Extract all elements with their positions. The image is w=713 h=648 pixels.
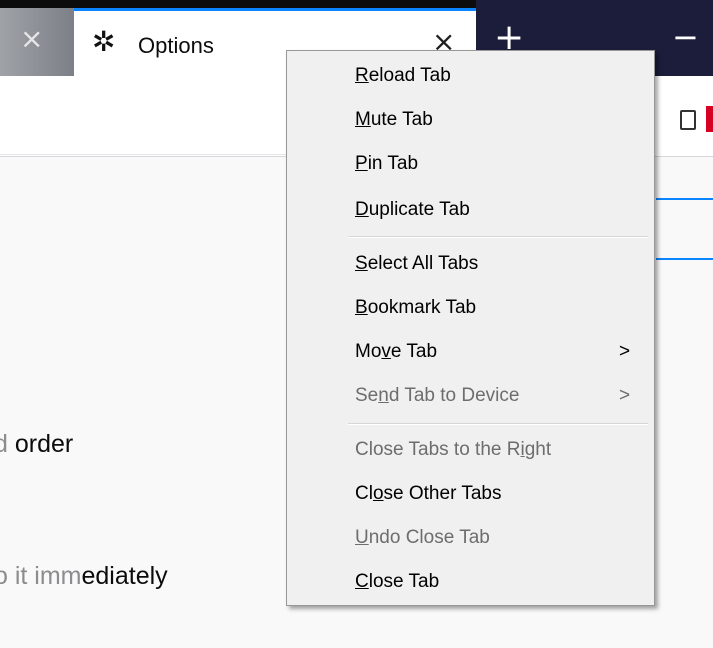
menu-item-label: Reload Tab — [355, 65, 451, 86]
menu-item-duplicate-tab[interactable]: Duplicate Tab — [287, 189, 654, 233]
menu-item-label: Undo Close Tab — [355, 527, 490, 548]
settings-text-main: ediately — [81, 562, 168, 590]
menu-item-pin-tab[interactable]: Pin Tab — [287, 143, 654, 187]
input-underline — [656, 258, 713, 260]
menu-item-close-tabs-to-right[interactable]: Close Tabs to the Right — [287, 429, 654, 473]
menu-item-undo-close-tab[interactable]: Undo Close Tab — [287, 517, 654, 561]
chevron-right-icon: > — [619, 385, 631, 406]
settings-text-faded: d — [0, 430, 8, 458]
menu-item-reload-tab[interactable]: Reload Tab — [287, 55, 654, 99]
settings-text: d order — [0, 430, 73, 459]
settings-text-main: order — [14, 430, 74, 458]
menu-item-mute-tab[interactable]: Mute Tab — [287, 99, 654, 143]
tab-title: Options — [138, 33, 214, 58]
tab-context-menu: Reload Tab Mute Tab Pin Tab Duplicate Ta… — [286, 50, 655, 606]
library-icon[interactable] — [680, 110, 696, 130]
menu-item-label: Close Tab — [355, 571, 440, 592]
divider — [0, 154, 290, 155]
menu-item-label: Bookmark Tab — [355, 297, 477, 318]
menu-item-send-tab-to-device[interactable]: Send Tab to Device > — [287, 375, 654, 419]
menu-item-close-tab[interactable]: Close Tab — [287, 561, 654, 605]
settings-text: o it immediately — [0, 562, 168, 591]
chevron-right-icon: > — [619, 341, 631, 362]
menu-separator — [348, 423, 648, 425]
menu-item-select-all-tabs[interactable]: Select All Tabs — [287, 243, 654, 287]
menu-item-label: Pin Tab — [355, 153, 419, 174]
menu-separator — [348, 236, 648, 238]
input-underline — [656, 198, 713, 200]
menu-item-label: Close Other Tabs — [355, 483, 502, 504]
menu-item-bookmark-tab[interactable]: Bookmark Tab — [287, 287, 654, 331]
extension-icon[interactable] — [706, 106, 713, 132]
menu-item-close-other-tabs[interactable]: Close Other Tabs — [287, 473, 654, 517]
minimize-button[interactable]: − — [672, 12, 699, 62]
menu-item-label: Duplicate Tab — [355, 199, 470, 220]
menu-item-label: Mute Tab — [355, 109, 433, 130]
menu-item-label: Move Tab — [355, 341, 438, 362]
menu-item-move-tab[interactable]: Move Tab > — [287, 331, 654, 375]
menu-item-label: Send Tab to Device — [355, 385, 520, 406]
settings-text-faded: o it imm — [0, 562, 82, 590]
gear-icon: ✲ — [92, 25, 116, 58]
menu-item-label: Select All Tabs — [355, 253, 479, 274]
tab-previous[interactable]: × — [0, 8, 74, 76]
close-icon[interactable]: × — [20, 24, 43, 54]
menu-item-label: Close Tabs to the Right — [355, 439, 552, 460]
